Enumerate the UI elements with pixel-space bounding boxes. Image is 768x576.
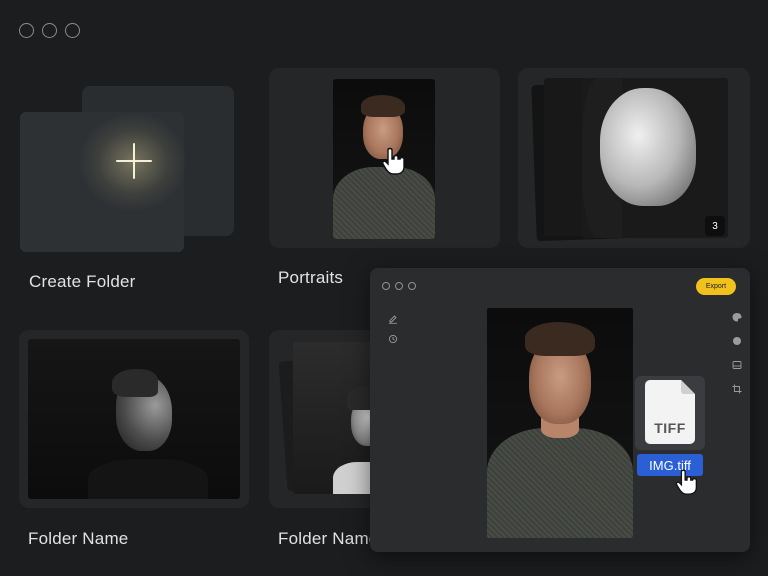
crop-icon[interactable] bbox=[732, 384, 742, 394]
bw-portrait-thumbnail bbox=[582, 78, 728, 238]
plus-icon-h bbox=[116, 160, 152, 162]
close-button[interactable] bbox=[19, 23, 34, 38]
editor-sweater bbox=[487, 428, 633, 538]
portraits-label: Portraits bbox=[278, 268, 344, 287]
history-icon[interactable] bbox=[388, 334, 398, 344]
editor-minimize-button[interactable] bbox=[395, 282, 403, 290]
bw-stack-card[interactable]: 3 bbox=[518, 68, 750, 248]
hand-cursor-drag-icon bbox=[675, 469, 697, 495]
file-fold-icon bbox=[681, 380, 695, 394]
editor-close-button[interactable] bbox=[382, 282, 390, 290]
profile-shoulder bbox=[88, 459, 208, 499]
hair bbox=[361, 95, 405, 117]
palette-icon[interactable] bbox=[732, 312, 742, 322]
droplet-icon[interactable] bbox=[732, 336, 742, 346]
bw-face bbox=[600, 88, 696, 206]
folder-card-profile[interactable] bbox=[19, 330, 249, 508]
minimize-button[interactable] bbox=[42, 23, 57, 38]
folder-name-label-1: Folder Name bbox=[28, 529, 129, 548]
pen-icon[interactable] bbox=[388, 314, 398, 324]
editor-photo[interactable] bbox=[487, 308, 633, 538]
folder-name-label-2: Folder Name bbox=[278, 529, 379, 548]
editor-hair bbox=[525, 322, 595, 356]
tiff-file-icon[interactable]: TIFF bbox=[635, 376, 705, 450]
profile-hair bbox=[112, 369, 158, 397]
export-button[interactable]: Export bbox=[696, 278, 736, 295]
count-badge: 3 bbox=[705, 216, 725, 236]
hand-cursor-icon bbox=[382, 147, 405, 175]
editor-window[interactable]: Export TIFF IMG.tiff bbox=[370, 268, 750, 552]
file-type-label: TIFF bbox=[654, 420, 686, 436]
editor-window-controls bbox=[382, 282, 416, 290]
profile-thumbnail bbox=[28, 339, 240, 499]
window-controls bbox=[19, 23, 80, 38]
sweater bbox=[333, 167, 435, 239]
create-folder-label: Create Folder bbox=[29, 272, 136, 291]
layers-icon[interactable] bbox=[732, 360, 742, 370]
editor-maximize-button[interactable] bbox=[408, 282, 416, 290]
maximize-button[interactable] bbox=[65, 23, 80, 38]
